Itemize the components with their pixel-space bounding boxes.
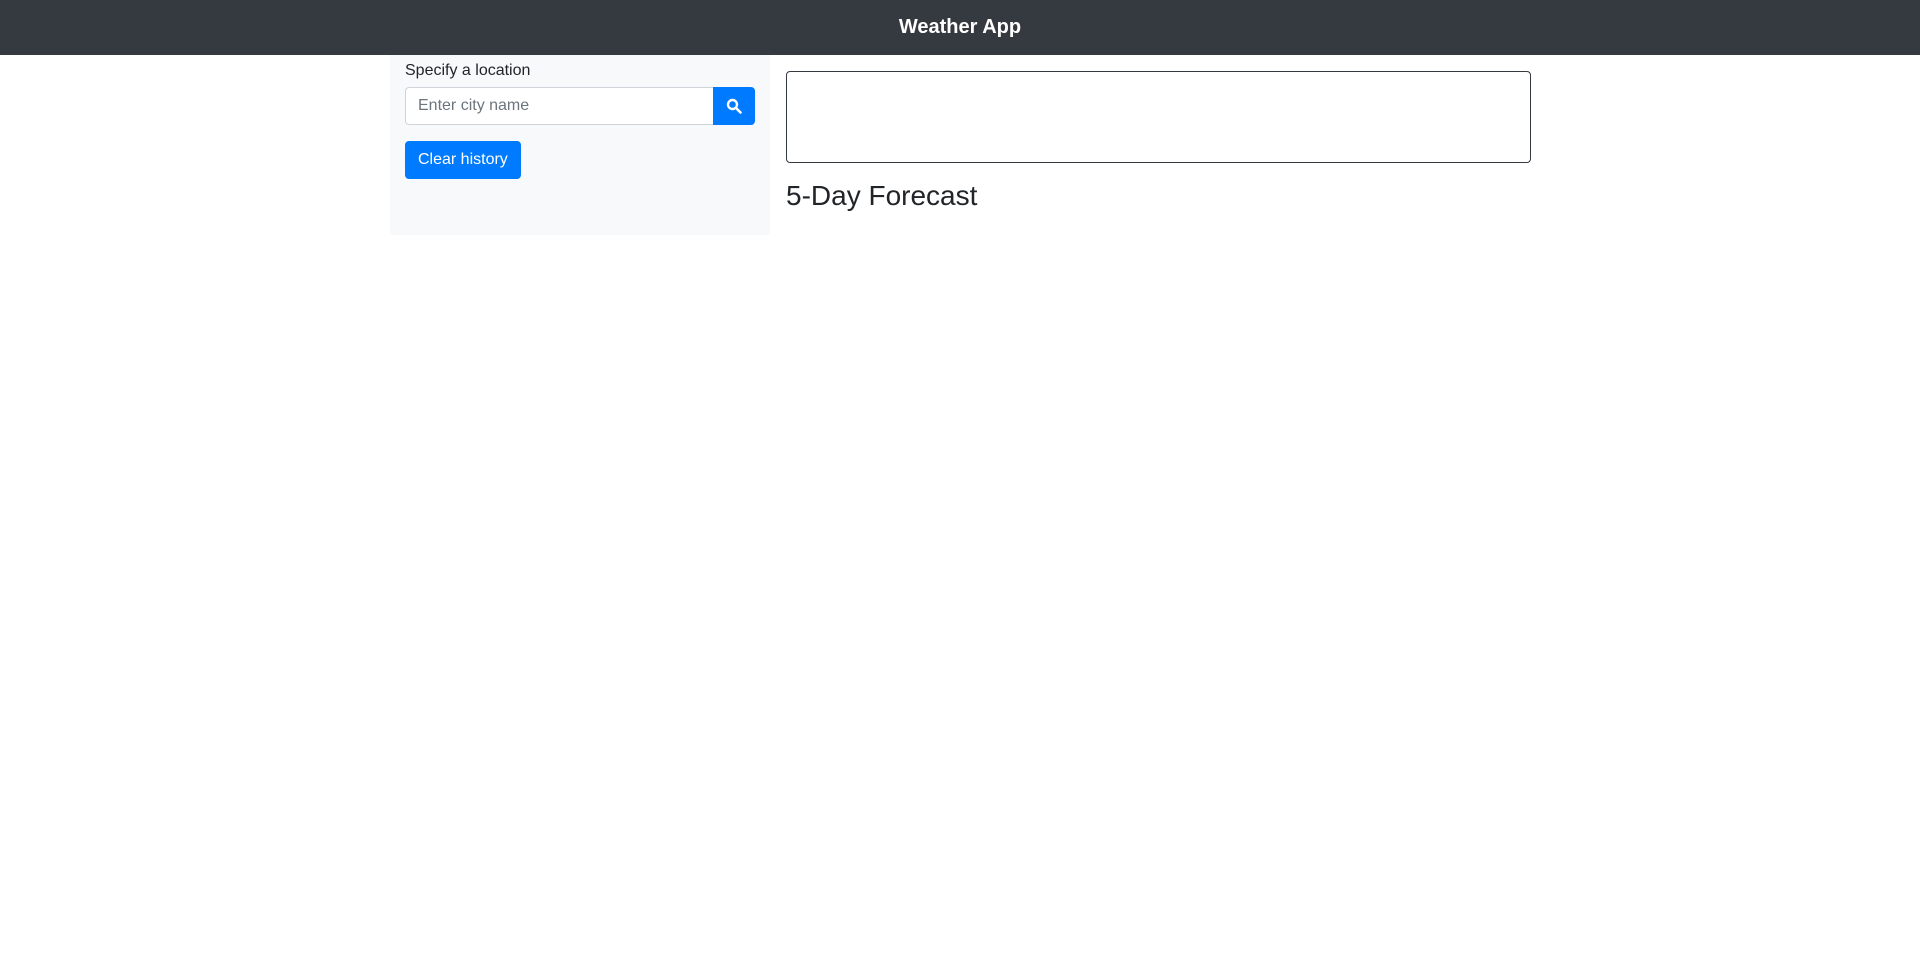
app-title: Weather App bbox=[898, 16, 1022, 38]
current-weather-card bbox=[786, 71, 1531, 163]
search-group bbox=[405, 87, 755, 125]
search-icon bbox=[726, 98, 742, 114]
forecast-heading: 5-Day Forecast bbox=[786, 180, 978, 211]
location-label: Specify a location bbox=[405, 62, 531, 79]
clear-history-button[interactable]: Clear history bbox=[405, 141, 521, 179]
navbar: Weather App bbox=[0, 0, 1920, 55]
search-button[interactable] bbox=[713, 87, 755, 125]
sidebar: Specify a location Clear history bbox=[390, 55, 770, 235]
city-search-input[interactable] bbox=[405, 87, 713, 125]
